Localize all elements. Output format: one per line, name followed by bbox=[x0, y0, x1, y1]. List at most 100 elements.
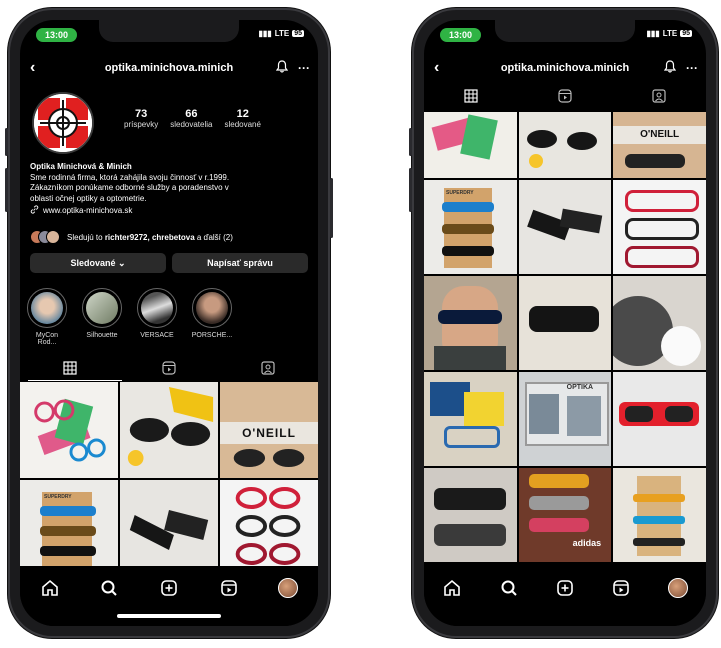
link-icon bbox=[30, 205, 39, 218]
post-brand-label: OPTIKA bbox=[566, 384, 594, 391]
post-brand-label: O'NEILL bbox=[613, 126, 706, 144]
box-shape bbox=[464, 392, 504, 426]
grid-post[interactable]: O'NEILL bbox=[220, 382, 318, 478]
home-icon[interactable] bbox=[442, 578, 462, 598]
bell-icon[interactable] bbox=[275, 60, 289, 76]
profile-username: optika.minichova.minich bbox=[500, 62, 630, 74]
side-button bbox=[5, 128, 8, 156]
more-icon[interactable]: ··· bbox=[298, 61, 310, 75]
followed-by[interactable]: Sledujú to richter9272, chrebetova a ďal… bbox=[30, 230, 233, 244]
signal-icon: ▮▮▮ bbox=[646, 29, 660, 38]
highlight-label: VERSACE bbox=[140, 332, 174, 339]
grid-post[interactable] bbox=[613, 372, 706, 466]
bell-icon[interactable] bbox=[663, 60, 677, 76]
tagged-icon bbox=[652, 89, 666, 103]
tab-tagged[interactable] bbox=[259, 360, 277, 376]
highlight-porsche[interactable]: PORSCHE... bbox=[191, 288, 233, 346]
followed-text: Sledujú to richter9272, chrebetova a ďal… bbox=[67, 233, 233, 242]
grid-post[interactable] bbox=[120, 480, 218, 576]
highlight-image bbox=[141, 292, 173, 324]
grid-post[interactable] bbox=[518, 276, 612, 370]
search-icon[interactable] bbox=[99, 578, 119, 598]
website-link[interactable]: www.optika-minichova.sk bbox=[30, 205, 300, 218]
grid-post[interactable] bbox=[220, 480, 318, 576]
grid-post[interactable]: OPTIKA bbox=[518, 372, 612, 466]
profile-picture[interactable] bbox=[32, 92, 94, 154]
highlight-label: MyCon Rod... bbox=[35, 332, 59, 346]
following-button[interactable]: Sledované ⌄ bbox=[30, 253, 166, 273]
posts-grid: O'NEILL SUPERDRY bbox=[424, 112, 706, 562]
glasses-shape bbox=[625, 190, 700, 212]
tab-grid[interactable] bbox=[61, 360, 79, 376]
volume-button bbox=[5, 168, 8, 212]
shirt-shape bbox=[434, 346, 506, 370]
grid-post[interactable]: SUPERDRY bbox=[424, 180, 517, 274]
stat-following[interactable]: 12 sledované bbox=[224, 108, 260, 129]
post-brand-label: adidas bbox=[572, 538, 602, 548]
highlight-silhouette[interactable]: Silhouette bbox=[81, 288, 123, 346]
grid-post[interactable]: O'NEILL bbox=[613, 112, 706, 178]
glasses-image bbox=[34, 398, 106, 462]
network-label: LTE bbox=[274, 29, 290, 38]
more-icon[interactable]: ··· bbox=[686, 61, 698, 75]
profile-nav-avatar[interactable] bbox=[278, 578, 299, 598]
profile-tabs bbox=[424, 84, 706, 108]
sunglasses-image bbox=[233, 449, 305, 467]
reels-nav-icon[interactable] bbox=[219, 578, 239, 598]
lens-shape bbox=[625, 406, 654, 422]
window-shape bbox=[528, 394, 559, 434]
avatar bbox=[667, 578, 688, 598]
home-icon[interactable] bbox=[40, 578, 60, 598]
stat-followers[interactable]: 66 sledovatelia bbox=[170, 108, 212, 129]
profile-name: Optika Minichová & Minich bbox=[30, 162, 132, 171]
volume-button bbox=[409, 168, 412, 212]
story-highlights: MyCon Rod... Silhouette VERSACE PORSCHE.… bbox=[26, 288, 233, 346]
tab-reels[interactable] bbox=[160, 360, 178, 376]
add-post-icon[interactable] bbox=[555, 578, 575, 598]
glasses-shape bbox=[625, 218, 700, 240]
grid-post[interactable] bbox=[613, 468, 706, 562]
grid-post[interactable] bbox=[424, 112, 517, 178]
status-time: 13:00 bbox=[36, 28, 78, 42]
optika-logo-icon bbox=[34, 94, 92, 152]
back-icon[interactable]: ‹ bbox=[30, 59, 35, 77]
glasses-shape bbox=[40, 526, 96, 536]
notch bbox=[495, 20, 635, 42]
add-post-icon[interactable] bbox=[159, 578, 179, 598]
grid-post[interactable] bbox=[613, 180, 706, 274]
highlight-versace[interactable]: VERSACE bbox=[136, 288, 178, 346]
highlight-ring bbox=[82, 288, 122, 328]
profile-nav-avatar[interactable] bbox=[667, 578, 688, 598]
grid-post[interactable]: adidas bbox=[518, 468, 612, 562]
post-brand-label: SUPERDRY bbox=[446, 190, 474, 196]
grid-post[interactable] bbox=[424, 468, 517, 562]
tab-grid[interactable] bbox=[462, 88, 480, 104]
highlight-mycon[interactable]: MyCon Rod... bbox=[26, 288, 68, 346]
glasses-shape bbox=[528, 518, 589, 532]
followed-names: richter9272, chrebetova bbox=[104, 232, 195, 242]
back-icon[interactable]: ‹ bbox=[434, 59, 439, 77]
grid-post[interactable] bbox=[424, 372, 517, 466]
grid-post[interactable] bbox=[20, 382, 118, 478]
highlight-ring bbox=[192, 288, 232, 328]
grid-post[interactable] bbox=[518, 180, 612, 274]
battery-icon: 95 bbox=[292, 30, 304, 37]
reels-icon bbox=[162, 361, 176, 375]
message-button[interactable]: Napísať správu bbox=[172, 253, 308, 273]
glasses-shape bbox=[526, 130, 557, 148]
glasses-shape bbox=[528, 496, 589, 510]
grid-post[interactable] bbox=[518, 112, 612, 178]
stat-posts[interactable]: 73 príspevky bbox=[124, 108, 158, 129]
grid-post[interactable]: SUPERDRY bbox=[20, 480, 118, 576]
grid-post[interactable] bbox=[424, 276, 517, 370]
network-label: LTE bbox=[662, 29, 678, 38]
tab-tagged[interactable] bbox=[650, 88, 668, 104]
grid-post[interactable] bbox=[613, 276, 706, 370]
side-button bbox=[409, 128, 412, 156]
highlight-label: Silhouette bbox=[86, 332, 118, 339]
highlight-ring bbox=[27, 288, 67, 328]
reels-nav-icon[interactable] bbox=[611, 578, 631, 598]
search-icon[interactable] bbox=[499, 578, 519, 598]
tab-reels[interactable] bbox=[556, 88, 574, 104]
grid-post[interactable] bbox=[120, 382, 218, 478]
